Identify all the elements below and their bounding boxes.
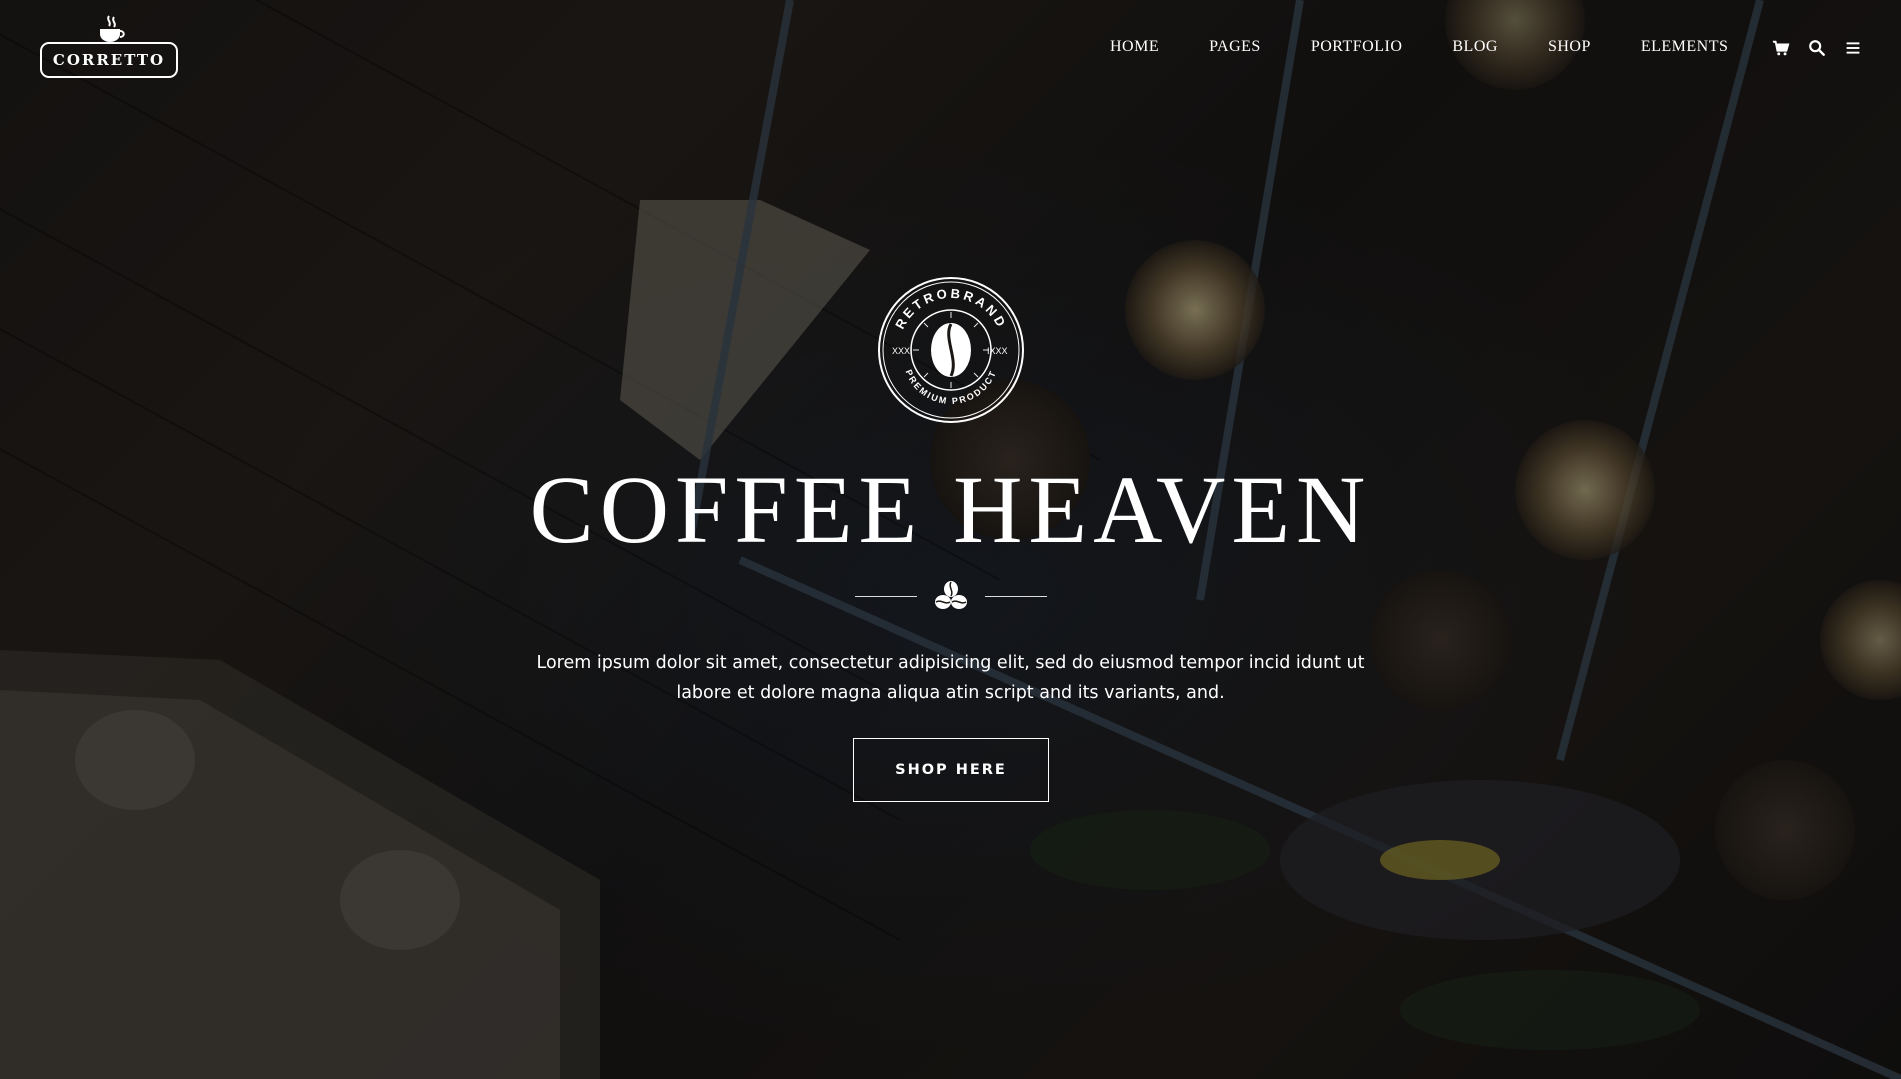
hero-description-line-1: Lorem ipsum dolor sit amet, consectetur … — [536, 653, 1365, 673]
nav-item-blog[interactable]: BLOG — [1452, 38, 1498, 56]
divider-line-right — [985, 595, 1047, 597]
menu-icon[interactable] — [1843, 38, 1863, 58]
emblem-left-text: XXXI — [892, 346, 913, 356]
divider-line-left — [855, 595, 917, 597]
retrobrand-emblem: RETROBRAND PREMIUM PRODUCT XXXI IXXX — [878, 277, 1024, 423]
header-icons — [1771, 38, 1863, 58]
nav-item-home[interactable]: HOME — [1110, 38, 1159, 56]
hero-description: Lorem ipsum dolor sit amet, consectetur … — [0, 648, 1901, 708]
coffee-bean-icon — [931, 323, 971, 377]
nav-item-elements[interactable]: ELEMENTS — [1641, 38, 1729, 56]
site-logo[interactable]: CORRETTO — [40, 14, 182, 82]
hero-title: COFFEE HEAVEN — [529, 456, 1372, 563]
shop-here-button[interactable]: SHOP HERE — [853, 738, 1049, 802]
coffee-cup-icon — [100, 15, 125, 42]
nav-item-shop[interactable]: SHOP — [1548, 38, 1591, 56]
title-divider — [855, 578, 1047, 614]
cart-icon[interactable] — [1771, 38, 1791, 58]
hero-section: CORRETTO HOME PAGES PORTFOLIO BLOG SHOP … — [0, 0, 1901, 1079]
emblem-right-text: IXXX — [987, 346, 1008, 356]
hero-description-line-2: labore et dolore magna aliqua atin scrip… — [676, 683, 1225, 703]
coffee-beans-icon — [935, 581, 967, 609]
nav-item-portfolio[interactable]: PORTFOLIO — [1311, 38, 1403, 56]
search-icon[interactable] — [1807, 38, 1827, 58]
main-nav: HOME PAGES PORTFOLIO BLOG SHOP ELEMENTS — [1110, 38, 1728, 56]
nav-item-pages[interactable]: PAGES — [1209, 38, 1261, 56]
logo-wordmark: CORRETTO — [40, 42, 178, 78]
